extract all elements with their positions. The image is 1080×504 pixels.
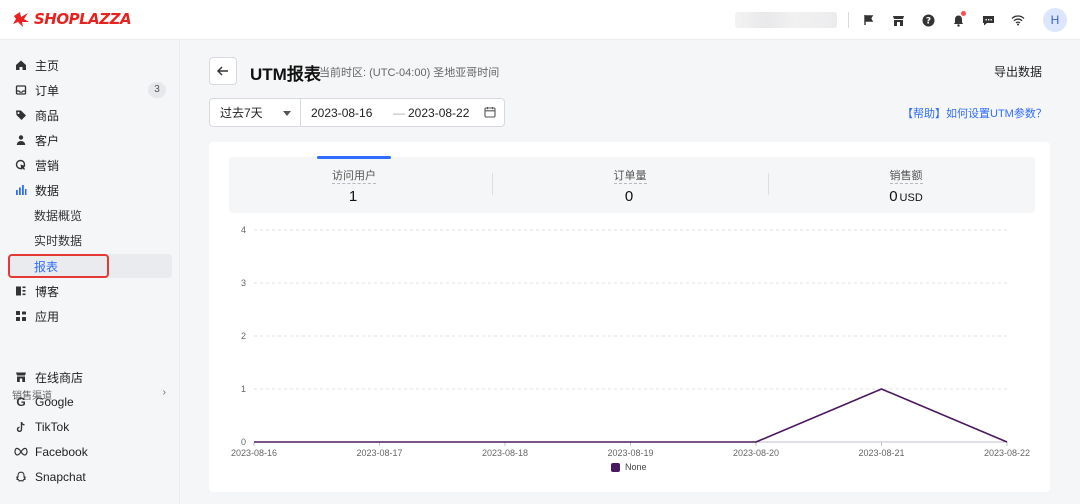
y-tick-label: 1 xyxy=(241,384,246,394)
x-tick-label: 2023-08-22 xyxy=(984,448,1030,458)
help-icon[interactable]: ? xyxy=(918,10,938,30)
x-tick-label: 2023-08-19 xyxy=(607,448,653,458)
sidebar-subitem-realtime[interactable]: 实时数据 xyxy=(10,228,172,252)
x-tick-label: 2023-08-18 xyxy=(482,448,528,458)
bell-icon[interactable] xyxy=(948,10,968,30)
sidebar-item-label: 主页 xyxy=(35,58,60,73)
sidebar-item-products[interactable]: 商品 xyxy=(10,103,172,127)
x-tick-label: 2023-08-16 xyxy=(231,448,277,458)
store-icon[interactable] xyxy=(888,10,908,30)
page-title: UTM报表 xyxy=(250,65,321,84)
sidebar-item-label: Facebook xyxy=(35,445,88,459)
sidebar-item-label: 应用 xyxy=(35,309,60,324)
line-chart: 0 1 2 3 4 2023-08-16 2023-08-17 2023-08-18 2023-… xyxy=(231,225,1030,458)
date-separator: — xyxy=(393,106,405,120)
svg-text:?: ? xyxy=(925,16,930,26)
orders-icon xyxy=(13,82,29,98)
sidebar-item-label: 报表 xyxy=(34,259,59,274)
sidebar-item-snapchat[interactable]: Snapchat xyxy=(10,465,172,489)
shoplazza-logo[interactable]: SHOPLAZZA xyxy=(12,10,132,28)
sidebar-item-blog[interactable]: 博客 xyxy=(10,279,172,303)
bar-chart-icon xyxy=(13,182,29,198)
google-icon: G xyxy=(16,395,26,409)
avatar[interactable]: H xyxy=(1043,8,1067,32)
chat-icon[interactable] xyxy=(978,10,998,30)
date-range-select[interactable]: 过去7天 xyxy=(209,98,301,127)
tag-icon xyxy=(13,107,29,123)
sidebar-item-label: 在线商店 xyxy=(35,370,84,385)
legend-swatch xyxy=(611,462,620,472)
sidebar-item-home[interactable]: 主页 xyxy=(10,53,172,77)
sidebar-item-marketing[interactable]: 营销 xyxy=(10,153,172,177)
sidebar-item-customers[interactable]: 客户 xyxy=(10,128,172,152)
y-tick-label: 3 xyxy=(241,278,246,288)
end-date-field[interactable]: 2023-08-22 xyxy=(408,106,469,120)
sidebar-item-tiktok[interactable]: TikTok xyxy=(10,415,172,439)
caret-down-icon xyxy=(283,111,291,116)
orders-count-badge: 3 xyxy=(148,82,166,98)
sidebar-item-label: 客户 xyxy=(35,133,60,148)
back-button[interactable] xyxy=(209,57,237,85)
flag-icon[interactable] xyxy=(859,10,879,30)
arrow-left-icon xyxy=(217,66,228,76)
logo-text: SHOPLAZZA xyxy=(34,10,132,28)
store-icon xyxy=(13,369,29,385)
calendar-icon[interactable] xyxy=(484,106,496,118)
x-tick-label: 2023-08-17 xyxy=(356,448,402,458)
sidebar-item-analytics[interactable]: 数据 xyxy=(10,178,172,202)
sidebar-item-label: 数据 xyxy=(35,183,60,198)
top-bar: SHOPLAZZA ? H xyxy=(0,0,1080,40)
sidebar-item-label: 数据概览 xyxy=(34,208,83,223)
blog-icon xyxy=(13,283,29,299)
sidebar-subitem-overview[interactable]: 数据概览 xyxy=(10,203,172,227)
date-range-value: 过去7天 xyxy=(220,106,263,120)
logo-mark-icon xyxy=(13,12,29,27)
sidebar-item-label: 实时数据 xyxy=(34,233,83,248)
y-tick-label: 2 xyxy=(241,331,246,341)
export-data-button[interactable]: 导出数据 xyxy=(994,63,1042,80)
sidebar-item-label: 营销 xyxy=(35,158,60,173)
snapchat-icon xyxy=(13,469,29,485)
person-icon xyxy=(13,132,29,148)
sidebar-item-apps[interactable]: 应用 xyxy=(10,304,172,328)
sidebar-item-label: Snapchat xyxy=(35,470,86,484)
y-tick-label: 4 xyxy=(241,225,246,235)
sidebar-item-label: TikTok xyxy=(35,420,70,434)
wifi-icon[interactable] xyxy=(1008,10,1028,30)
series-line xyxy=(254,388,1008,443)
apps-icon xyxy=(13,308,29,324)
start-date-field[interactable]: 2023-08-16 xyxy=(311,106,372,120)
report-card: 访问用户 1 订单量 0 销售额 0 USD 0 1 2 3 4 2023-08-16 202… xyxy=(209,142,1050,492)
sidebar: 主页 订单 3 商品 客户 营销 数据 数据概览 实时数据 报表 博客 应用 销… xyxy=(0,40,180,504)
tiktok-icon xyxy=(13,419,29,435)
home-icon xyxy=(13,57,29,73)
facebook-icon xyxy=(13,444,29,460)
sidebar-item-label: 商品 xyxy=(35,108,60,123)
chart-legend[interactable]: None xyxy=(611,462,647,472)
sidebar-item-label: 订单 xyxy=(35,83,60,98)
help-utm-link[interactable]: 【帮助】如何设置UTM参数？ xyxy=(902,105,1047,121)
divider xyxy=(848,12,849,28)
timezone-text: 当前时区: (UTC-04:00) 圣地亚哥时间 xyxy=(319,67,500,79)
legend-label: None xyxy=(625,462,647,472)
date-range-picker[interactable]: 2023-08-16 — 2023-08-22 xyxy=(300,98,505,127)
sidebar-item-label: 博客 xyxy=(35,284,60,299)
sidebar-item-facebook[interactable]: Facebook xyxy=(10,440,172,464)
sidebar-item-orders[interactable]: 订单 3 xyxy=(10,78,172,102)
marketing-icon xyxy=(13,157,29,173)
sidebar-item-google[interactable]: G Google xyxy=(10,390,172,414)
notification-dot xyxy=(961,11,966,16)
sidebar-item-label: Google xyxy=(35,395,74,409)
x-tick-label: 2023-08-20 xyxy=(733,448,779,458)
sidebar-item-online-store[interactable]: 在线商店 xyxy=(10,365,172,389)
store-name-blurred[interactable] xyxy=(735,12,837,28)
sidebar-subitem-reports[interactable]: 报表 xyxy=(10,254,172,278)
y-tick-label: 0 xyxy=(241,437,246,447)
x-tick-label: 2023-08-21 xyxy=(858,448,904,458)
